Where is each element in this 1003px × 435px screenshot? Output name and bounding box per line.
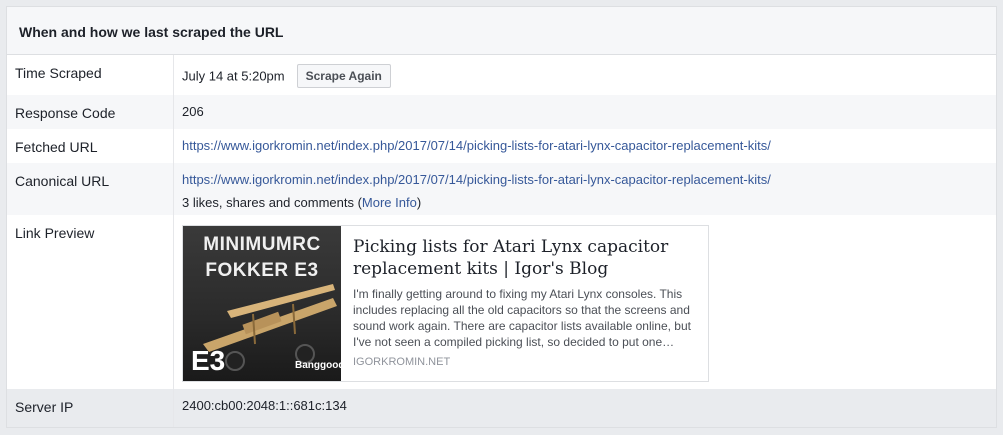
more-info-link[interactable]: More Info [362, 195, 417, 210]
response-code-value: 206 [182, 104, 204, 119]
canonical-url-cell: https://www.igorkromin.net/index.php/201… [174, 163, 996, 215]
time-scraped-label: Time Scraped [7, 55, 174, 95]
link-preview-card[interactable]: MINIMUMRC FOKKER E3 E3 Banggood Picking … [182, 225, 709, 382]
fetched-url-label: Fetched URL [7, 129, 174, 163]
scrape-again-button[interactable]: Scrape Again [296, 64, 391, 88]
image-watermark: Banggood [295, 360, 341, 371]
fetched-url-link[interactable]: https://www.igorkromin.net/index.php/201… [182, 138, 771, 153]
time-scraped-cell: July 14 at 5:20pm Scrape Again [174, 55, 996, 95]
server-ip-label: Server IP [7, 389, 174, 427]
preview-domain: IGORKROMIN.NET [353, 356, 451, 368]
panel-title: When and how we last scraped the URL [7, 7, 996, 55]
canonical-url-link[interactable]: https://www.igorkromin.net/index.php/201… [182, 172, 771, 187]
server-ip-value: 2400:cb00:2048:1::681c:134 [182, 398, 347, 413]
link-preview-label: Link Preview [7, 215, 174, 389]
link-preview-cell: MINIMUMRC FOKKER E3 E3 Banggood Picking … [174, 215, 996, 389]
image-text-line-1: MINIMUMRC [203, 234, 321, 255]
engagement-line: 3 likes, shares and comments (More Info) [182, 195, 996, 210]
row-time-scraped: Time Scraped July 14 at 5:20pm Scrape Aga… [7, 55, 996, 95]
row-server-ip: Server IP 2400:cb00:2048:1::681c:134 [7, 389, 996, 427]
response-code-label: Response Code [7, 95, 174, 129]
preview-description: I'm finally getting around to fixing my … [353, 287, 691, 349]
preview-body: Picking lists for Atari Lynx capacitor r… [341, 226, 708, 381]
row-link-preview: Link Preview MINIMUMRC FOKKER E3 E3 Bang… [7, 215, 996, 389]
engagement-count: 3 likes, shares and comments ( [182, 195, 362, 210]
engagement-close: ) [416, 195, 422, 210]
scrape-info-panel: When and how we last scraped the URL Tim… [6, 6, 997, 428]
row-canonical-url: Canonical URL https://www.igorkromin.net… [7, 163, 996, 215]
row-fetched-url: Fetched URL https://www.igorkromin.net/i… [7, 129, 996, 163]
preview-image: MINIMUMRC FOKKER E3 E3 Banggood [183, 226, 341, 381]
time-scraped-value: July 14 at 5:20pm [182, 68, 285, 84]
image-text-line-2: FOKKER E3 [205, 260, 319, 281]
image-text-e3: E3 [191, 345, 226, 376]
row-response-code: Response Code 206 [7, 95, 996, 129]
canonical-url-label: Canonical URL [7, 163, 174, 215]
preview-title: Picking lists for Atari Lynx capacitor r… [353, 237, 669, 279]
fetched-url-cell: https://www.igorkromin.net/index.php/201… [174, 129, 996, 163]
